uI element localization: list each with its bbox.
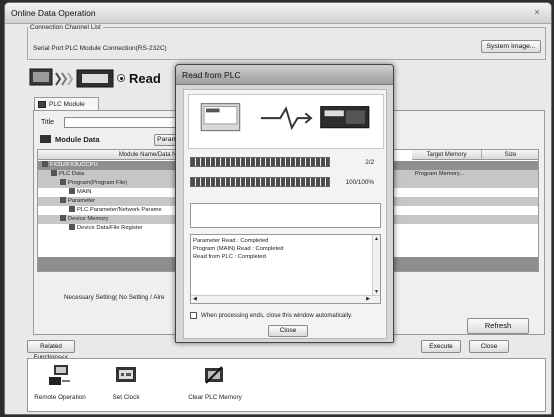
- read-mode-label[interactable]: Read: [129, 71, 161, 86]
- result-log[interactable]: Parameter Read : Completed Program (MAIN…: [190, 234, 381, 304]
- tree-node-icon: [60, 215, 66, 221]
- progress-count: 2/2: [365, 159, 374, 166]
- connection-group-label: Connection Channel List: [30, 24, 101, 31]
- clear-plc-memory-icon: [205, 366, 223, 384]
- tree-node-icon: [42, 161, 48, 167]
- system-image-button[interactable]: System Image...: [481, 40, 541, 53]
- set-clock-label: Set Clock: [112, 394, 140, 401]
- connection-channel-group: Connection Channel List: [27, 24, 546, 60]
- module-data-header: Module Data: [40, 135, 100, 144]
- remote-operation-item[interactable]: Remote Operation: [28, 359, 92, 411]
- related-functions-panel: Remote Operation Set Clock Clear PLC Mem…: [27, 358, 546, 412]
- tree-node-icon: [69, 224, 75, 230]
- row-name: PLC Data: [51, 170, 84, 179]
- scroll-right-icon[interactable]: ▶: [366, 296, 370, 303]
- auto-close-label: When processing ends, close this window …: [201, 312, 353, 319]
- clear-plc-memory-item[interactable]: Clear PLC Memory: [180, 359, 250, 411]
- tree-node-icon: [69, 188, 75, 194]
- tree-node-icon: [51, 170, 57, 176]
- remote-operation-label: Remote Operation: [34, 394, 86, 401]
- row-name: MAIN: [69, 188, 92, 197]
- row-label: PLC Data: [59, 171, 85, 177]
- row-label: MAIN: [77, 189, 92, 195]
- necessary-setting-legend: Necessary Setting( No Setting / Alre: [64, 294, 165, 301]
- connection-route: Serial Port PLC Module Connection(RS-232…: [33, 45, 167, 52]
- dialog-title-bar[interactable]: Read from PLC: [176, 65, 393, 85]
- pc-to-plc-icon: [29, 68, 114, 88]
- dialog-body: 2/2 100/100% Parameter Read : Completed …: [183, 89, 387, 339]
- read-radio[interactable]: [117, 74, 125, 82]
- row-name: Device Memory: [60, 215, 108, 224]
- close-button[interactable]: Close: [469, 340, 509, 353]
- row-target-memory: Program Memory...: [415, 171, 465, 177]
- row-label: Program(Program File): [68, 180, 128, 186]
- dialog-title: Read from PLC: [182, 70, 241, 80]
- row-label: Parameter: [68, 198, 96, 204]
- row-name: PLC Parameter/Network Parame: [69, 206, 162, 215]
- column-header-target[interactable]: Target Memory: [412, 150, 482, 160]
- tree-node-icon: [69, 206, 75, 212]
- progress-bar-percent: [190, 177, 330, 187]
- tab-plc-module[interactable]: PLC Module: [34, 97, 99, 111]
- read-from-plc-dialog: Read from PLC 2/2 100/100% Parameter Rea…: [175, 64, 394, 343]
- row-name: Parameter: [60, 197, 95, 206]
- remote-operation-icon: [49, 365, 70, 385]
- title-bar[interactable]: Online Data Operation ×: [5, 3, 551, 24]
- progress-percent: 100/100%: [345, 179, 374, 186]
- close-icon[interactable]: ×: [529, 6, 545, 19]
- tab-plc-module-label: PLC Module: [49, 101, 85, 108]
- row-label: FX3U/FX3UCCPU: [50, 162, 98, 168]
- scroll-up-icon[interactable]: ▲: [373, 235, 380, 243]
- progress-bar-items: [190, 157, 330, 167]
- clear-plc-memory-label: Clear PLC Memory: [188, 394, 242, 401]
- dialog-close-button[interactable]: Close: [268, 325, 308, 337]
- pc-to-plc-transfer-icon: [188, 94, 384, 149]
- module-data-label: Module Data: [55, 135, 100, 144]
- log-line: Program (MAIN) Read : Completed: [193, 246, 284, 252]
- related-functions-button[interactable]: Related Functions<<: [27, 340, 75, 361]
- scroll-left-icon[interactable]: ◀: [193, 296, 197, 303]
- row-label: PLC Parameter/Network Parame: [77, 207, 162, 213]
- row-name: FX3U/FX3UCCPU: [42, 161, 98, 170]
- log-vertical-scrollbar[interactable]: ▲ ▼: [372, 235, 380, 296]
- execute-button[interactable]: Execute: [421, 340, 461, 353]
- current-item-box: [190, 203, 381, 228]
- log-line: Parameter Read : Completed: [193, 238, 269, 244]
- log-line: Read from PLC : Completed: [193, 254, 266, 260]
- set-clock-item[interactable]: Set Clock: [94, 359, 158, 411]
- tree-node-icon: [60, 179, 66, 185]
- row-name: Device Data/File Register: [69, 224, 143, 233]
- column-header-size[interactable]: Size: [482, 150, 538, 160]
- log-horizontal-scrollbar[interactable]: ◀ ▶: [191, 295, 380, 303]
- refresh-button[interactable]: Refresh: [467, 318, 529, 334]
- row-label: Device Memory: [68, 216, 109, 222]
- row-name: Program(Program File): [60, 179, 127, 188]
- tree-node-icon: [60, 197, 66, 203]
- auto-close-checkbox[interactable]: [190, 312, 197, 319]
- set-clock-icon: [116, 367, 136, 382]
- module-data-icon: [40, 135, 51, 143]
- window-title: Online Data Operation: [11, 8, 96, 18]
- plc-module-icon: [38, 101, 46, 108]
- row-label: Device Data/File Register: [77, 225, 143, 231]
- title-label: Title: [41, 119, 54, 126]
